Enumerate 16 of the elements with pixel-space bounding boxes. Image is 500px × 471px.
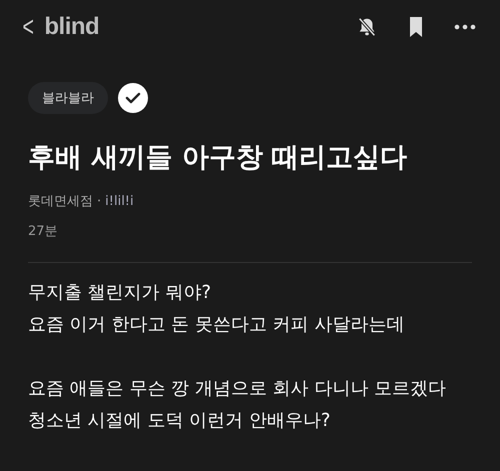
bell-off-icon[interactable] [356, 16, 378, 38]
separator: · [97, 194, 102, 208]
body-text: 무지출 챌린지가 뭐야? [28, 281, 212, 305]
more-icon[interactable] [454, 24, 476, 30]
post-time: 27분 [28, 223, 59, 240]
author-name: i!lil!i [105, 194, 134, 208]
company-name[interactable]: 롯데면세점 [28, 192, 93, 210]
post-title: 후배 새끼들 아구창 때리고싶다 [28, 141, 408, 175]
back-button[interactable]: < [22, 13, 34, 41]
check-icon[interactable] [118, 83, 148, 113]
bookmark-icon[interactable] [408, 16, 424, 38]
body-text: 청소년 시절에 도덕 이런거 안배우나? [28, 409, 332, 433]
body-text: 요즘 애들은 무슨 깡 개념으로 회사 다니나 모르겠다 [28, 377, 448, 401]
body-text: 요즘 이거 한다고 돈 못쓴다고 커피 사달라는데 [28, 313, 406, 337]
logo: blind [44, 13, 100, 41]
topic-tag[interactable]: 블라블라 [28, 82, 108, 114]
